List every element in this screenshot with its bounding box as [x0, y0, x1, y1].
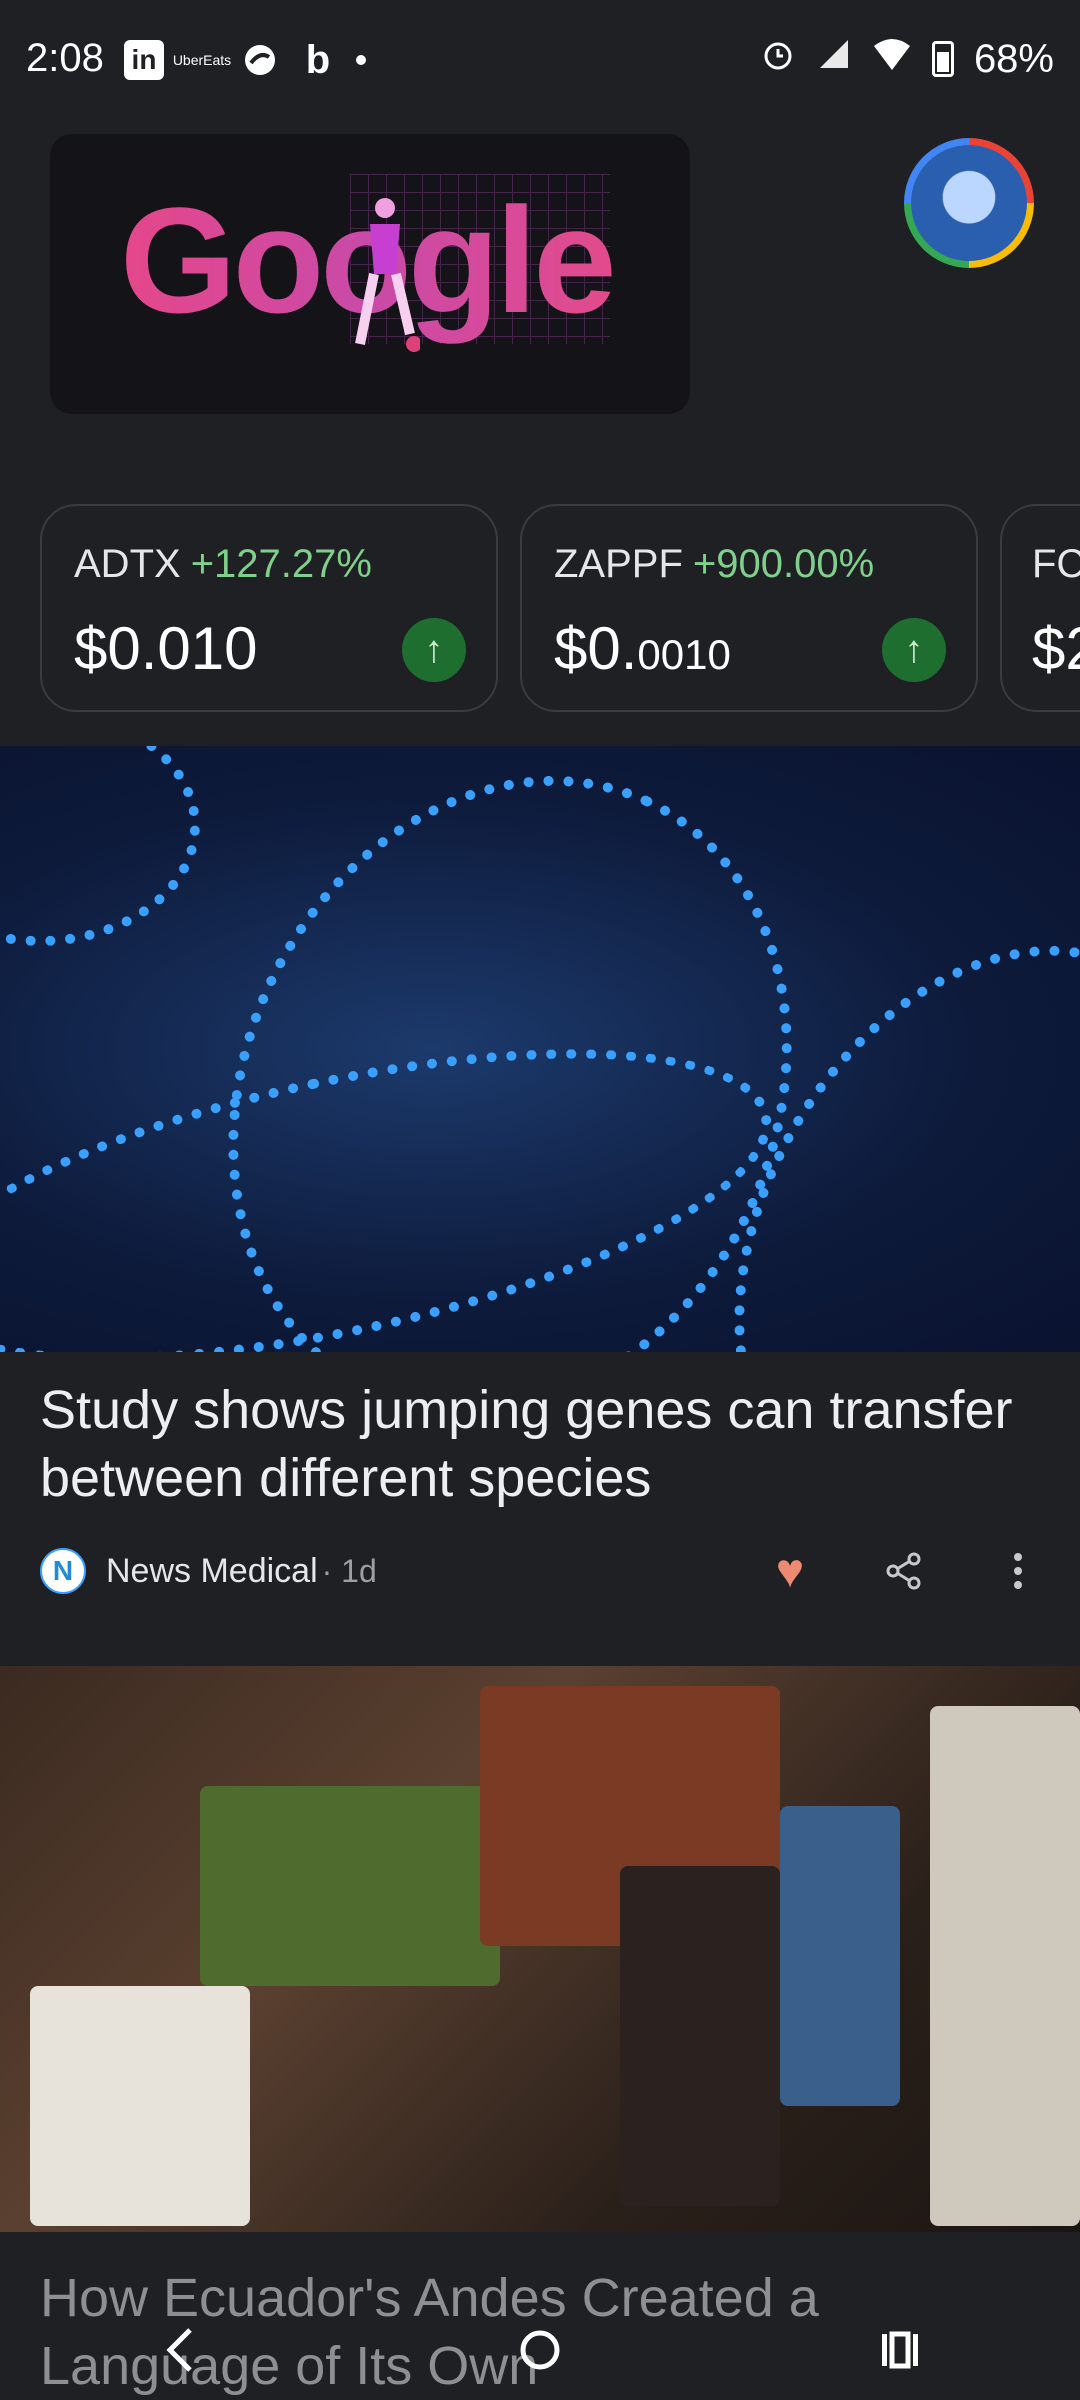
- heart-icon[interactable]: ♥: [768, 1545, 812, 1598]
- article-source: News Medical: [106, 1551, 318, 1590]
- helix-shape: [0, 746, 200, 946]
- system-icons: 68%: [760, 36, 1054, 82]
- alarm-icon: [760, 36, 796, 82]
- share-icon[interactable]: [882, 1549, 926, 1593]
- account-avatar[interactable]: [904, 138, 1034, 268]
- stock-card[interactable]: FC $2: [1000, 504, 1080, 712]
- person-white-shirt: [30, 1986, 250, 2226]
- stone-pillar: [930, 1706, 1080, 2226]
- article-actions: ♥: [768, 1545, 1040, 1598]
- stock-price: $0.0010: [554, 615, 731, 682]
- battery-icon: [931, 41, 954, 77]
- notification-icons: in Uber Eats b: [124, 37, 366, 82]
- uber-eats-icon: Uber Eats: [172, 52, 232, 68]
- status-time: 2:08: [26, 36, 104, 80]
- more-vert-icon[interactable]: [996, 1549, 1040, 1593]
- home-button[interactable]: [500, 2310, 580, 2390]
- battery-percent: 68%: [973, 36, 1054, 81]
- article-source-row: N News Medical · 1d ♥: [40, 1544, 1040, 1598]
- back-button[interactable]: [140, 2310, 220, 2390]
- stock-card[interactable]: ADTX +127.27% $0.010 ↑: [40, 504, 498, 712]
- avatar-image: [911, 145, 1027, 261]
- soccer-player-illustration: [355, 198, 420, 352]
- stock-card[interactable]: ZAPPF +900.00% $0.0010 ↑: [520, 504, 978, 712]
- wifi-icon: [872, 36, 912, 82]
- stock-price: $2: [1032, 615, 1080, 682]
- article-age: · 1d: [321, 1552, 377, 1589]
- stock-ticker: FC: [1032, 542, 1080, 586]
- stock-change: +127.27%: [190, 542, 372, 586]
- person-blue-apron: [780, 1806, 900, 2106]
- stock-cards-row[interactable]: ADTX +127.27% $0.010 ↑ ZAPPF +900.00% $0.0…: [40, 504, 1080, 712]
- app-icon: [240, 40, 280, 80]
- system-navigation-bar: [0, 2300, 1080, 2400]
- article-image-market[interactable]: [0, 1666, 1080, 2232]
- bing-icon: b: [305, 37, 331, 82]
- stock-price: $0.010: [74, 615, 258, 682]
- signal-icon: [816, 36, 852, 82]
- vegetable-stall: [200, 1786, 500, 1986]
- article-image-dna[interactable]: [0, 746, 1080, 1352]
- stock-ticker: ADTX +127.27%: [74, 542, 372, 586]
- arrow-up-icon: ↑: [882, 618, 946, 682]
- google-doodle[interactable]: Google: [50, 134, 690, 414]
- news-medical-logo: N: [40, 1548, 86, 1594]
- more-notifications-dot: [356, 55, 366, 65]
- linkedin-icon: in: [124, 40, 164, 80]
- status-bar: 2:08 in Uber Eats b 68%: [0, 0, 1080, 120]
- stock-change: +900.00%: [692, 542, 875, 586]
- article-headline[interactable]: Study shows jumping genes can transfer b…: [40, 1376, 1040, 1512]
- arrow-up-icon: ↑: [402, 618, 466, 682]
- stock-ticker: ZAPPF +900.00%: [554, 542, 875, 586]
- recent-apps-button[interactable]: [860, 2310, 940, 2390]
- person-silhouette: [620, 1866, 780, 2206]
